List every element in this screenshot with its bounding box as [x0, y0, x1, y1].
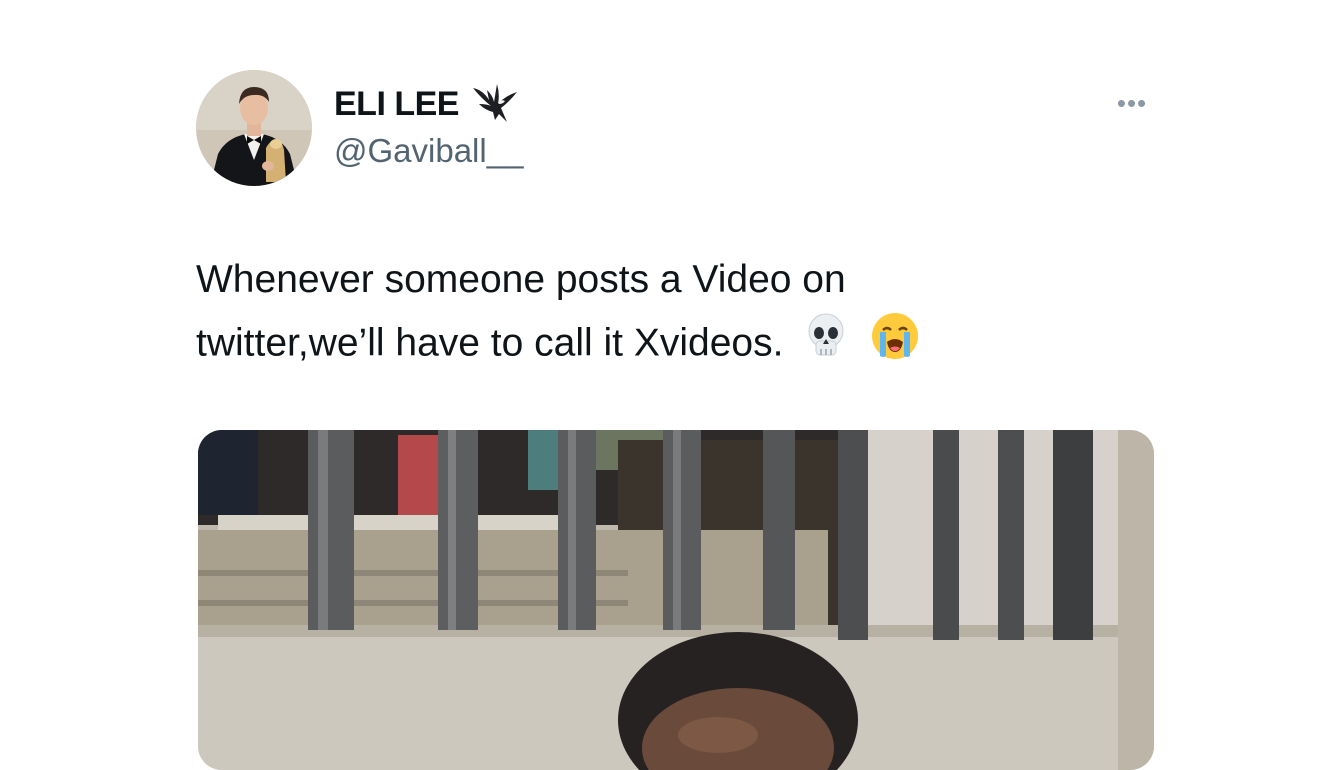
skull-emoji — [804, 311, 848, 379]
loudly-crying-face-emoji — [869, 310, 921, 380]
tweet-media-photo[interactable] — [198, 430, 1154, 770]
author-name-row: ELI LEE — [334, 80, 521, 128]
tweet-text-line-1: Whenever someone posts a Video on — [196, 258, 846, 301]
avatar[interactable] — [196, 70, 312, 186]
tweet-text-line-2: twitter,we’ll have to call it Xvideos. — [196, 310, 1156, 380]
author-display-name[interactable]: ELI LEE — [334, 85, 459, 124]
eagle-icon — [469, 78, 521, 131]
more-options-button[interactable]: ••• — [1106, 88, 1158, 118]
tweet-card: ELI LEE @Gaviball__ ••• Whenever someone… — [0, 0, 1344, 770]
more-dots-icon: ••• — [1116, 87, 1148, 118]
tweet-text: Whenever someone posts a Video on twitte… — [196, 250, 1156, 380]
tweet-text-line-2-content: twitter,we’ll have to call it Xvideos. — [196, 321, 784, 365]
author-handle[interactable]: @Gaviball__ — [334, 132, 523, 170]
